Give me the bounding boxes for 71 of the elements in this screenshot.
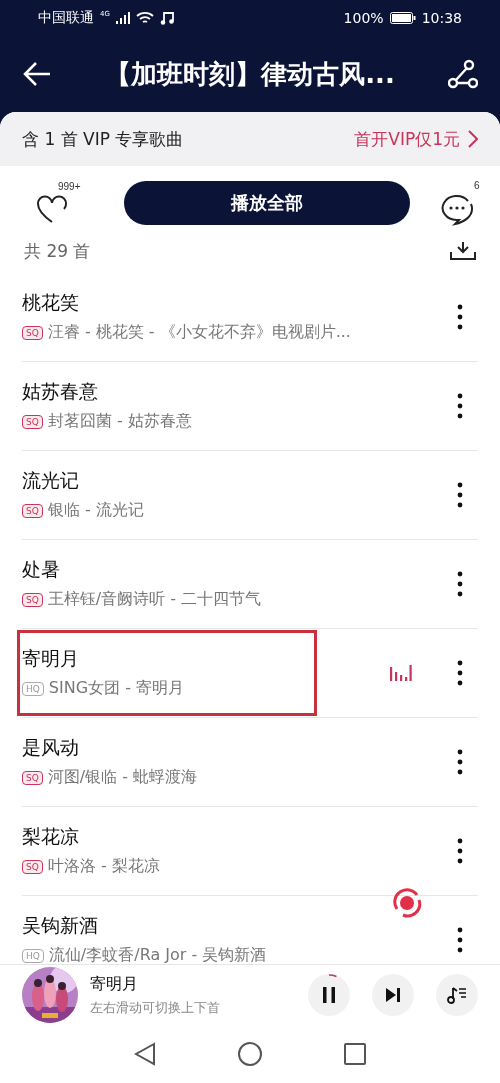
song-artist: 封茗囧菌 - 姑苏春意	[47, 411, 192, 432]
carrier-name: 中国联通	[38, 9, 94, 27]
back-button[interactable]	[22, 61, 52, 87]
more-icon	[457, 570, 463, 597]
signal-icon	[115, 12, 130, 24]
home-button[interactable]	[238, 1042, 262, 1066]
comment-icon	[440, 194, 474, 226]
vip-offer-link[interactable]: 首开VIP仅1元	[354, 127, 478, 151]
more-icon	[457, 481, 463, 508]
playlist-title: 【加班时刻】律动古风...	[104, 57, 396, 91]
battery-percent: 100%	[343, 10, 384, 26]
battery-icon	[389, 12, 416, 24]
comment-button[interactable]: 6	[440, 180, 500, 226]
song-artist: SING女团 - 寄明月	[48, 678, 185, 699]
song-title: 处暑	[22, 557, 61, 582]
favorite-button[interactable]: 999+	[36, 181, 94, 225]
next-button[interactable]	[372, 974, 414, 1016]
back-nav-button[interactable]	[134, 1042, 156, 1066]
swipe-hint: 左右滑动可切换上下首	[90, 998, 221, 1017]
song-title: 是风动	[22, 735, 80, 760]
more-icon	[457, 392, 463, 419]
song-count: 共 29 首	[24, 239, 91, 263]
recents-button[interactable]	[344, 1043, 366, 1065]
song-title: 吴钩新酒	[22, 913, 99, 938]
vip-notice: 含 1 首 VIP 专享歌曲	[22, 127, 184, 151]
song-row[interactable]: 处暑 SQ 王梓钰/音阙诗听 - 二十四节气	[0, 539, 500, 628]
more-icon	[457, 659, 463, 686]
song-row[interactable]: 姑苏春意 SQ 封茗囧菌 - 姑苏春意	[0, 361, 500, 450]
song-title: 梨花凉	[22, 824, 80, 849]
vip-banner[interactable]: 含 1 首 VIP 专享歌曲 首开VIP仅1元	[0, 112, 500, 166]
song-row[interactable]: 是风动 SQ 河图/银临 - 蚍蜉渡海	[0, 717, 500, 806]
song-title: 姑苏春意	[22, 379, 99, 404]
more-icon	[457, 837, 463, 864]
playlist-icon	[447, 985, 467, 1005]
song-artist: 流仙/李蚊香/Ra Jor - 吴钩新酒	[48, 945, 267, 964]
quality-tag: HQ	[22, 948, 44, 963]
song-artist: 银临 - 流光记	[47, 500, 144, 521]
song-artist: 汪睿 - 桃花笑 - 《小女花不弃》电视剧片...	[47, 322, 351, 343]
share-button[interactable]	[448, 59, 478, 89]
next-icon	[386, 988, 400, 1002]
music-note-icon	[159, 11, 174, 25]
song-artist: 河图/银临 - 蚍蜉渡海	[47, 767, 198, 788]
quality-tag: SQ	[22, 770, 43, 785]
song-row[interactable]: 桃花笑 SQ 汪睿 - 桃花笑 - 《小女花不弃》电视剧片...	[0, 272, 500, 361]
quality-tag: SQ	[22, 414, 43, 429]
now-playing-title: 寄明月	[90, 973, 139, 995]
quality-tag: SQ	[22, 592, 43, 607]
download-button[interactable]	[450, 242, 476, 260]
more-icon	[457, 748, 463, 775]
pause-icon	[322, 987, 336, 1003]
quality-tag: HQ	[22, 681, 44, 696]
record-button[interactable]	[391, 887, 423, 919]
clock-time: 10:38	[421, 10, 462, 26]
quality-tag: SQ	[22, 325, 43, 340]
play-all-button[interactable]: 播放全部	[124, 181, 410, 225]
more-icon	[457, 926, 463, 953]
song-title: 桃花笑	[22, 290, 80, 315]
song-artist: 王梓钰/音阙诗听 - 二十四节气	[47, 589, 262, 610]
song-artist: 叶洛洛 - 梨花凉	[47, 856, 160, 877]
song-title: 流光记	[22, 468, 80, 493]
song-row[interactable]: 流光记 SQ 银临 - 流光记	[0, 450, 500, 539]
pause-button[interactable]	[308, 974, 350, 1016]
wifi-icon	[135, 11, 154, 25]
quality-tag: SQ	[22, 503, 43, 518]
song-row[interactable]: 寄明月 HQ SING女团 - 寄明月	[0, 628, 500, 717]
playlist-button[interactable]	[436, 974, 478, 1016]
more-icon	[457, 303, 463, 330]
song-title: 寄明月	[22, 646, 80, 671]
chevron-icon	[468, 130, 478, 148]
quality-tag: SQ	[22, 859, 43, 874]
song-row[interactable]: 梨花凉 SQ 叶洛洛 - 梨花凉	[0, 806, 500, 895]
